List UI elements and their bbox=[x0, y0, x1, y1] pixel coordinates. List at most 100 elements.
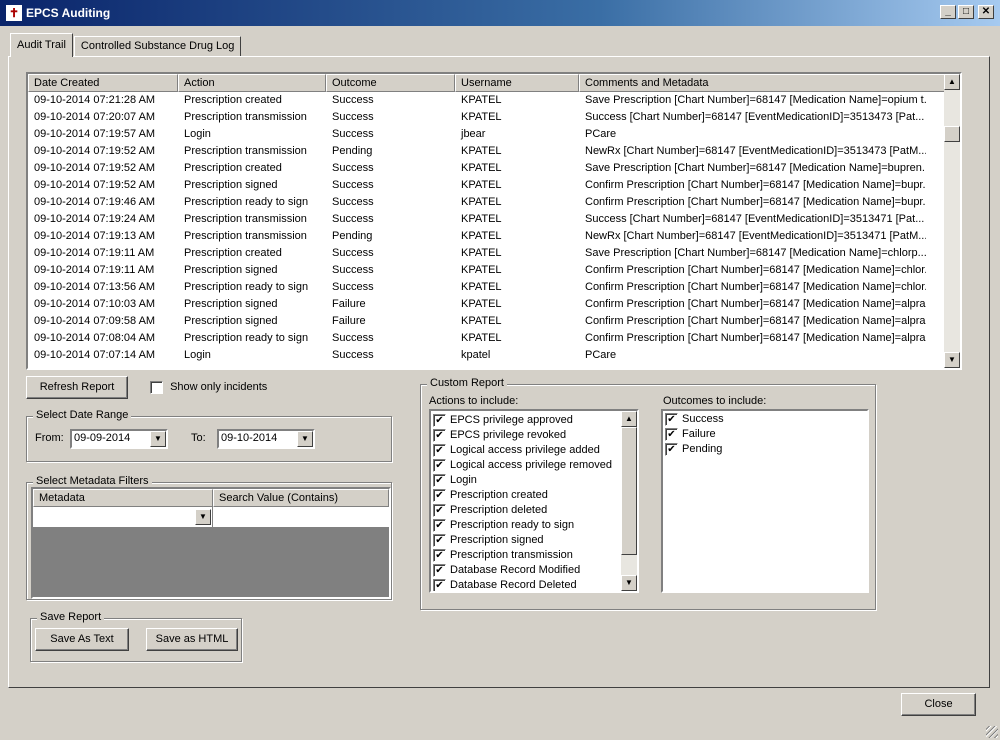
table-row[interactable]: 09-10-2014 07:19:57 AM Login Success jbear P… bbox=[28, 126, 960, 143]
action-item[interactable]: ✔ Prescription ready to sign bbox=[431, 518, 637, 533]
scroll-down-icon[interactable]: ▼ bbox=[621, 575, 637, 591]
outcome-item[interactable]: ✔ Pending bbox=[663, 442, 867, 457]
scroll-down-icon[interactable]: ▼ bbox=[944, 352, 960, 368]
chevron-down-icon[interactable]: ▼ bbox=[150, 431, 166, 447]
refresh-report-button[interactable]: Refresh Report bbox=[26, 376, 128, 399]
cell-username: KPATEL bbox=[461, 94, 502, 106]
scroll-up-icon[interactable]: ▲ bbox=[944, 74, 960, 90]
checkbox-checked-icon[interactable]: ✔ bbox=[433, 428, 446, 442]
metadata-select[interactable]: ▼ bbox=[33, 507, 213, 527]
cell-comments: Confirm Prescription [Chart Number]=6814… bbox=[585, 298, 926, 310]
table-row[interactable]: 09-10-2014 07:07:14 AM Login Success kpatel… bbox=[28, 347, 960, 364]
action-item-label: Login bbox=[450, 474, 477, 486]
action-item[interactable]: ✔ EPCS privilege approved bbox=[431, 413, 637, 428]
save-as-text-button[interactable]: Save As Text bbox=[35, 628, 129, 651]
from-date-picker[interactable]: 09-09-2014 ▼ bbox=[70, 429, 168, 449]
to-date-picker[interactable]: 09-10-2014 ▼ bbox=[217, 429, 315, 449]
outcome-item-label: Failure bbox=[682, 428, 716, 440]
action-item[interactable]: ✔ Prescription created bbox=[431, 488, 637, 503]
cell-comments: Confirm Prescription [Chart Number]=6814… bbox=[585, 264, 926, 276]
table-row[interactable]: 09-10-2014 07:19:24 AM Prescription trans… bbox=[28, 211, 960, 228]
scroll-up-icon[interactable]: ▲ bbox=[621, 411, 637, 427]
table-row[interactable]: 09-10-2014 07:19:11 AM Prescription creat… bbox=[28, 245, 960, 262]
close-window-button[interactable]: ✕ bbox=[978, 5, 994, 19]
cell-date: 09-10-2014 07:20:07 AM bbox=[34, 111, 156, 123]
checkbox-checked-icon[interactable]: ✔ bbox=[433, 443, 446, 457]
column-header-action[interactable]: Action bbox=[178, 74, 326, 92]
cell-username: kpatel bbox=[461, 349, 491, 361]
outcome-item[interactable]: ✔ Success bbox=[663, 412, 867, 427]
action-item[interactable]: ✔ Database Record Deleted bbox=[431, 578, 637, 591]
checkbox-checked-icon[interactable]: ✔ bbox=[433, 578, 446, 591]
checkbox-checked-icon[interactable]: ✔ bbox=[665, 412, 678, 426]
cell-outcome: Success bbox=[332, 162, 374, 174]
grid-scrollbar[interactable]: ▲ ▼ bbox=[944, 74, 960, 368]
checkbox-checked-icon[interactable]: ✔ bbox=[665, 427, 678, 441]
checkbox-checked-icon[interactable]: ✔ bbox=[433, 503, 446, 517]
table-row[interactable]: 09-10-2014 07:08:04 AM Prescription ready… bbox=[28, 330, 960, 347]
show-incidents-checkbox[interactable]: Show only incidents bbox=[150, 381, 267, 394]
checkbox-checked-icon[interactable]: ✔ bbox=[665, 442, 678, 456]
column-header-search[interactable]: Search Value (Contains) bbox=[213, 489, 389, 507]
checkbox-checked-icon[interactable]: ✔ bbox=[433, 518, 446, 532]
action-item[interactable]: ✔ EPCS privilege revoked bbox=[431, 428, 637, 443]
outcome-item[interactable]: ✔ Failure bbox=[663, 427, 867, 442]
column-header-username[interactable]: Username bbox=[455, 74, 579, 92]
checkbox-checked-icon[interactable]: ✔ bbox=[433, 488, 446, 502]
show-incidents-check[interactable] bbox=[150, 381, 163, 394]
table-row[interactable]: 09-10-2014 07:19:52 AM Prescription creat… bbox=[28, 160, 960, 177]
table-row[interactable]: 09-10-2014 07:19:52 AM Prescription trans… bbox=[28, 143, 960, 160]
action-item[interactable]: ✔ Prescription deleted bbox=[431, 503, 637, 518]
table-row[interactable]: 09-10-2014 07:10:03 AM Prescription signe… bbox=[28, 296, 960, 313]
table-row[interactable]: 09-10-2014 07:20:07 AM Prescription trans… bbox=[28, 109, 960, 126]
action-item[interactable]: ✔ Logical access privilege added bbox=[431, 443, 637, 458]
table-row[interactable]: 09-10-2014 07:09:58 AM Prescription signe… bbox=[28, 313, 960, 330]
table-row[interactable]: 09-10-2014 07:13:56 AM Prescription ready… bbox=[28, 279, 960, 296]
scroll-thumb[interactable] bbox=[621, 427, 637, 555]
table-row[interactable]: 09-10-2014 07:21:28 AM Prescription creat… bbox=[28, 92, 960, 109]
cell-username: KPATEL bbox=[461, 298, 502, 310]
action-item[interactable]: ✔ Prescription transmission bbox=[431, 548, 637, 563]
cell-action: Prescription ready to sign bbox=[184, 332, 309, 344]
column-header-comments[interactable]: Comments and Metadata bbox=[579, 74, 960, 92]
save-as-html-button[interactable]: Save as HTML bbox=[146, 628, 238, 651]
checkbox-checked-icon[interactable]: ✔ bbox=[433, 548, 446, 562]
cell-username: KPATEL bbox=[461, 332, 502, 344]
column-header-metadata[interactable]: Metadata bbox=[33, 489, 213, 507]
app-cross-icon: ✝ bbox=[6, 5, 22, 21]
actions-scrollbar[interactable]: ▲ ▼ bbox=[621, 411, 637, 591]
cell-action: Login bbox=[184, 349, 211, 361]
checkbox-checked-icon[interactable]: ✔ bbox=[433, 413, 446, 427]
chevron-down-icon[interactable]: ▼ bbox=[297, 431, 313, 447]
close-button[interactable]: Close bbox=[901, 693, 976, 716]
checkbox-checked-icon[interactable]: ✔ bbox=[433, 563, 446, 577]
checkbox-checked-icon[interactable]: ✔ bbox=[433, 458, 446, 472]
cell-username: KPATEL bbox=[461, 247, 502, 259]
resize-grip-icon[interactable] bbox=[986, 726, 998, 738]
column-header-outcome[interactable]: Outcome bbox=[326, 74, 455, 92]
action-item[interactable]: ✔ Logical access privilege removed bbox=[431, 458, 637, 473]
cell-date: 09-10-2014 07:07:14 AM bbox=[34, 349, 156, 361]
cell-comments: Confirm Prescription [Chart Number]=6814… bbox=[585, 179, 926, 191]
chevron-down-icon[interactable]: ▼ bbox=[195, 509, 211, 525]
scroll-thumb[interactable] bbox=[944, 126, 960, 142]
tab-audit-trail[interactable]: Audit Trail bbox=[10, 33, 73, 57]
column-header-date[interactable]: Date Created bbox=[28, 74, 178, 92]
cell-comments: Save Prescription [Chart Number]=68147 [… bbox=[585, 94, 926, 106]
action-item[interactable]: ✔ Prescription signed bbox=[431, 533, 637, 548]
cell-comments: Confirm Prescription [Chart Number]=6814… bbox=[585, 281, 926, 293]
checkbox-checked-icon[interactable]: ✔ bbox=[433, 533, 446, 547]
tab-drug-log[interactable]: Controlled Substance Drug Log bbox=[73, 36, 242, 57]
action-item[interactable]: ✔ Database Record Modified bbox=[431, 563, 637, 578]
minimize-button[interactable]: _ bbox=[940, 5, 956, 19]
cell-action: Prescription signed bbox=[184, 264, 278, 276]
table-row[interactable]: 09-10-2014 07:19:46 AM Prescription ready… bbox=[28, 194, 960, 211]
cell-username: KPATEL bbox=[461, 145, 502, 157]
checkbox-checked-icon[interactable]: ✔ bbox=[433, 473, 446, 487]
table-row[interactable]: 09-10-2014 07:19:13 AM Prescription trans… bbox=[28, 228, 960, 245]
maximize-button[interactable]: □ bbox=[958, 5, 974, 19]
search-value-input[interactable] bbox=[213, 507, 389, 527]
table-row[interactable]: 09-10-2014 07:19:52 AM Prescription signe… bbox=[28, 177, 960, 194]
table-row[interactable]: 09-10-2014 07:19:11 AM Prescription signe… bbox=[28, 262, 960, 279]
action-item[interactable]: ✔ Login bbox=[431, 473, 637, 488]
